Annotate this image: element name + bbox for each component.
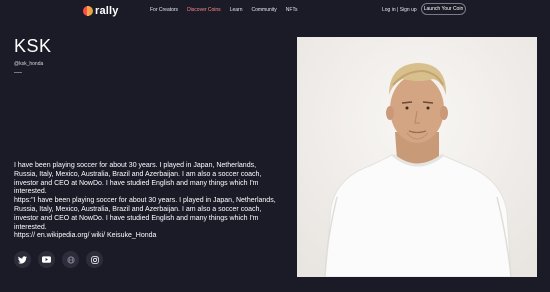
youtube-button[interactable] [38, 251, 55, 268]
rally-logo[interactable]: rally [83, 4, 119, 18]
nav-link-for-creators[interactable]: For Creators [150, 7, 178, 13]
youtube-icon [42, 256, 51, 263]
profile-bio: I have been playing soccer for about 30 … [14, 162, 276, 241]
social-links [14, 251, 103, 268]
profile-handle: @ksk_honda [14, 61, 44, 67]
nav-links: For Creators Discover Coins Learn Commun… [150, 7, 297, 13]
twitter-icon [18, 255, 27, 264]
nav-link-nfts[interactable]: NFTs [286, 7, 298, 13]
launch-coin-button[interactable]: Launch Your Coin [421, 3, 466, 15]
logo-text: rally [95, 5, 119, 17]
rally-logo-icon [83, 6, 93, 16]
nav-link-learn[interactable]: Learn [230, 7, 243, 13]
instagram-button[interactable] [86, 251, 103, 268]
bio-link[interactable]: https:// en.wikipedia.org/ wiki/ Keisuke… [14, 232, 276, 241]
login-signup-link[interactable]: Log in | Sign up [382, 7, 417, 13]
profile-photo [297, 37, 537, 277]
bio-paragraph: https:"I have been playing soccer for ab… [14, 197, 276, 231]
twitter-button[interactable] [14, 251, 31, 268]
nav-link-discover-coins[interactable]: Discover Coins [187, 7, 221, 13]
nav-link-community[interactable]: Community [251, 7, 276, 13]
website-button[interactable] [62, 251, 79, 268]
person-portrait-image [297, 37, 537, 277]
bio-paragraph: I have been playing soccer for about 30 … [14, 162, 262, 196]
profile-name: KSK [14, 36, 52, 56]
top-nav: rally For Creators Discover Coins Learn … [0, 0, 550, 22]
globe-icon [66, 255, 75, 264]
instagram-icon [90, 255, 99, 264]
divider [14, 72, 22, 73]
